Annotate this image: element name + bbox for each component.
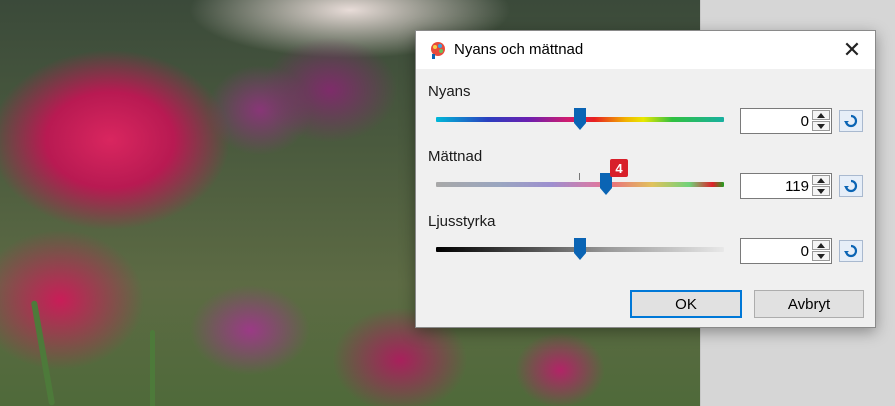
lightness-label: Ljusstyrka — [428, 213, 496, 230]
lightness-slider-thumb[interactable] — [573, 237, 587, 261]
arrow-up-icon — [817, 112, 825, 118]
lightness-increment-button[interactable] — [812, 240, 830, 250]
arrow-down-icon — [817, 253, 825, 259]
hue-value: 0 — [800, 113, 809, 130]
close-icon: ✕ — [842, 37, 862, 62]
saturation-center-tick — [579, 173, 580, 180]
saturation-value: 119 — [785, 178, 809, 195]
hue-saturation-dialog: Nyans och mättnad ✕ Nyans 0 Mättnad 4 11… — [415, 30, 876, 328]
lightness-decrement-button[interactable] — [812, 251, 830, 261]
lightness-reset-button[interactable] — [839, 240, 863, 262]
reset-arrow-icon — [844, 244, 858, 258]
arrow-down-icon — [817, 188, 825, 194]
arrow-up-icon — [817, 177, 825, 183]
reset-arrow-icon — [844, 114, 858, 128]
saturation-value-stepper[interactable]: 119 — [740, 173, 832, 199]
saturation-increment-button[interactable] — [812, 175, 830, 185]
hue-increment-button[interactable] — [812, 110, 830, 120]
hue-slider-thumb[interactable] — [573, 107, 587, 131]
hue-decrement-button[interactable] — [812, 121, 830, 131]
hue-reset-button[interactable] — [839, 110, 863, 132]
dialog-titlebar[interactable]: Nyans och mättnad ✕ — [416, 31, 875, 69]
dialog-title: Nyans och mättnad — [454, 41, 584, 58]
reset-arrow-icon — [844, 179, 858, 193]
lightness-value-stepper[interactable]: 0 — [740, 238, 832, 264]
saturation-reset-button[interactable] — [839, 175, 863, 197]
lightness-value: 0 — [800, 243, 809, 260]
palette-icon — [431, 42, 445, 59]
saturation-slider-track[interactable] — [436, 182, 724, 187]
arrow-down-icon — [817, 123, 825, 129]
ok-button[interactable]: OK — [630, 290, 742, 318]
hue-value-stepper[interactable]: 0 — [740, 108, 832, 134]
saturation-decrement-button[interactable] — [812, 186, 830, 196]
hue-label: Nyans — [428, 83, 471, 100]
arrow-up-icon — [817, 242, 825, 248]
cancel-button[interactable]: Avbryt — [754, 290, 864, 318]
close-button[interactable]: ✕ — [829, 31, 875, 69]
saturation-label: Mättnad — [428, 148, 483, 165]
step-badge: 4 — [610, 159, 628, 177]
